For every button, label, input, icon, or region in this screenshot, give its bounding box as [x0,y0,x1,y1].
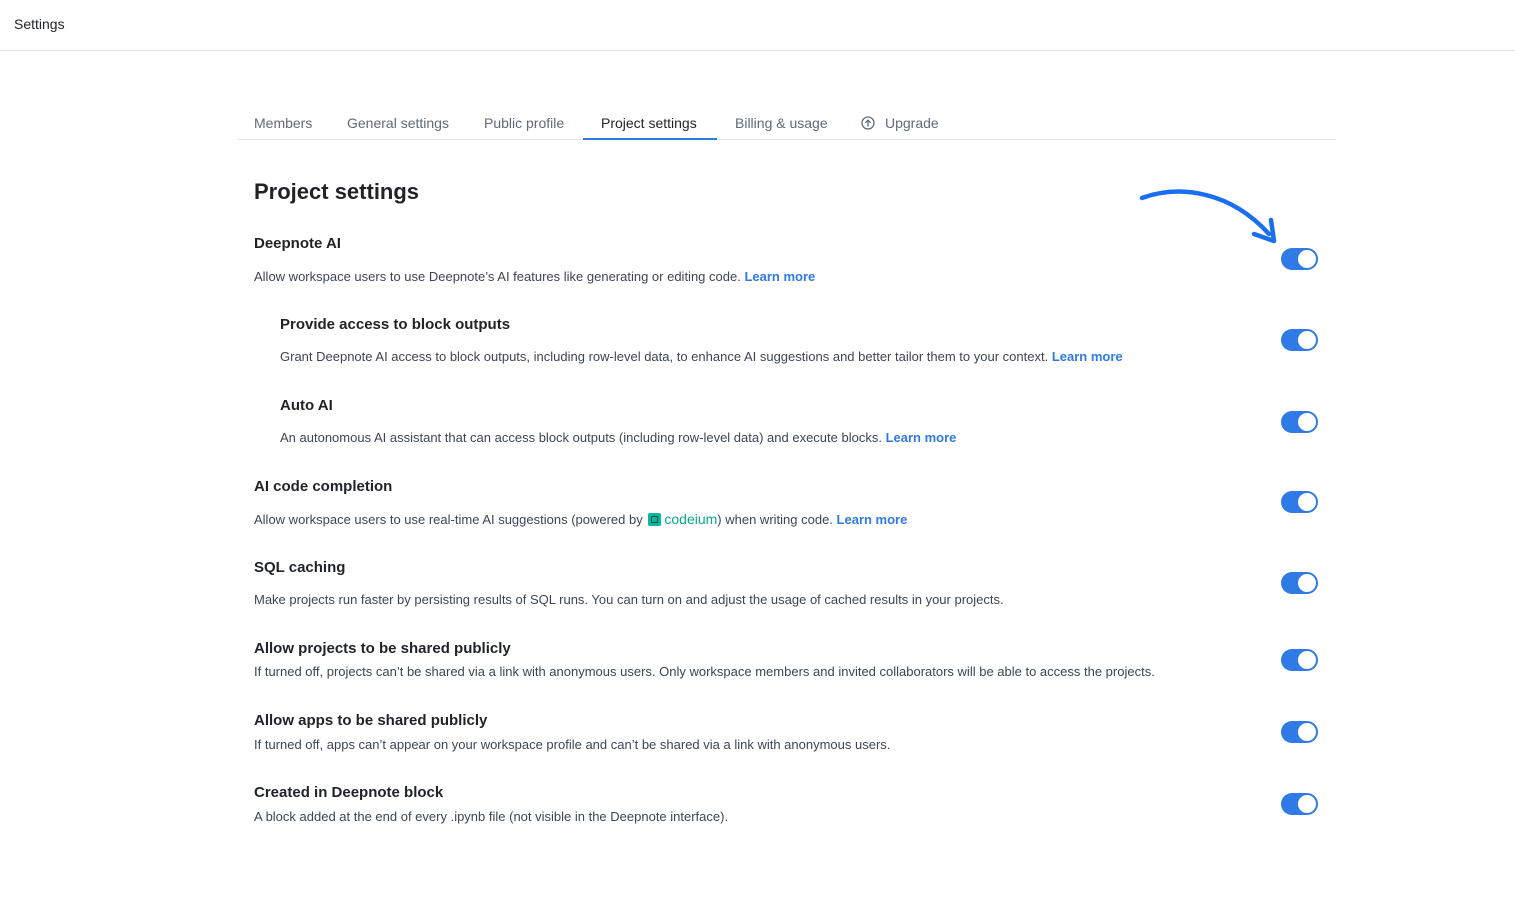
toggle-deepnote-block[interactable] [1281,793,1318,815]
toggle-share-projects[interactable] [1281,649,1318,671]
setting-desc-share-projects: If turned off, projects can’t be shared … [254,664,1155,679]
setting-title-block-outputs: Provide access to block outputs [280,316,511,333]
codeium-brand: codeium [664,511,718,527]
learn-more-link[interactable]: Learn more [837,512,908,527]
toggle-knob [1298,331,1316,349]
setting-title-share-apps: Allow apps to be shared publicly [254,712,488,729]
setting-title-deepnote-ai: Deepnote AI [254,235,341,252]
toggle-deepnote-ai[interactable] [1281,248,1318,270]
toggle-knob [1298,493,1316,511]
toggle-auto-ai[interactable] [1281,411,1318,433]
setting-title-share-projects: Allow projects to be shared publicly [254,640,511,657]
setting-desc-deepnote-block: A block added at the end of every .ipynb… [254,809,729,824]
setting-desc-share-apps: If turned off, apps can’t appear on your… [254,737,891,752]
setting-desc-text: Allow workspace users to use Deepnote’s … [254,269,741,284]
setting-desc-text: An autonomous AI assistant that can acce… [280,430,882,445]
toggle-sql-caching[interactable] [1281,572,1318,594]
annotation-arrow-icon [1139,189,1277,244]
tab-members[interactable]: Members [254,106,312,140]
setting-title-ai-code-completion: AI code completion [254,478,393,495]
toggle-knob [1298,795,1316,813]
learn-more-link[interactable]: Learn more [1052,349,1123,364]
arrow-up-circle-icon [861,116,875,130]
toggle-knob [1298,413,1316,431]
window-title: Settings [14,16,65,32]
setting-desc-text: Grant Deepnote AI access to block output… [280,349,1049,364]
codeium-logo-icon [648,513,662,526]
setting-desc-auto-ai: An autonomous AI assistant that can acce… [280,430,956,445]
learn-more-link[interactable]: Learn more [886,430,957,445]
tab-upgrade[interactable]: Upgrade [861,106,939,140]
toggle-block-outputs[interactable] [1281,329,1318,351]
toggle-ai-code-completion[interactable] [1281,491,1318,513]
setting-desc-ai-code-completion: Allow workspace users to use real-time A… [254,511,907,527]
tab-public-profile[interactable]: Public profile [484,106,564,140]
setting-title-auto-ai: Auto AI [280,397,333,414]
toggle-knob [1298,723,1316,741]
top-bar: Settings [0,0,1515,51]
tab-general-settings[interactable]: General settings [347,106,449,140]
setting-desc-text: Allow workspace users to use real-time A… [254,512,643,527]
toggle-knob [1298,574,1316,592]
toggle-share-apps[interactable] [1281,721,1318,743]
setting-desc-deepnote-ai: Allow workspace users to use Deepnote’s … [254,269,815,284]
toggle-knob [1298,250,1316,268]
tab-billing-usage[interactable]: Billing & usage [735,106,828,140]
setting-title-deepnote-block: Created in Deepnote block [254,784,444,801]
page-title: Project settings [254,179,420,204]
setting-title-sql-caching: SQL caching [254,559,346,576]
tab-upgrade-label: Upgrade [885,115,939,131]
settings-tabs: Members General settings Public profile … [237,106,1336,140]
setting-desc-block-outputs: Grant Deepnote AI access to block output… [280,349,1123,364]
active-tab-indicator [583,138,717,140]
tab-project-settings[interactable]: Project settings [601,106,697,140]
toggle-knob [1298,651,1316,669]
setting-desc-text-after: ) when writing code. [717,512,833,527]
setting-desc-sql-caching: Make projects run faster by persisting r… [254,592,1004,607]
learn-more-link[interactable]: Learn more [744,269,815,284]
